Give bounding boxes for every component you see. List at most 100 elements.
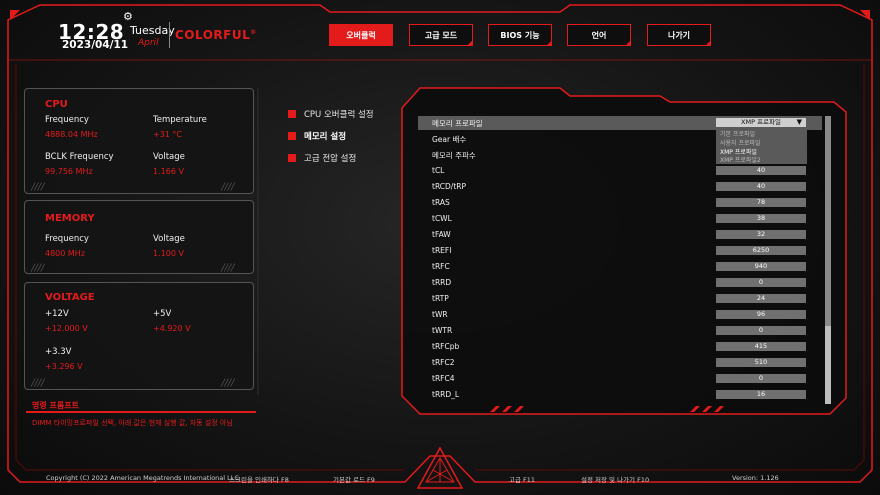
menu-bullet — [288, 110, 296, 118]
setting-trfc4[interactable]: tRFC4 0 — [418, 372, 822, 386]
setting-tras[interactable]: tRAS 78 — [418, 196, 822, 210]
memory-frequency-label: Frequency — [45, 234, 89, 244]
v5-value: +4.920 V — [153, 324, 191, 333]
menu-label: 메모리 설정 — [304, 132, 347, 142]
v33-value: +3.296 V — [45, 362, 83, 371]
v12-label: +12V — [45, 309, 69, 319]
panel-stripe: ╱╱╱╱ — [31, 264, 45, 272]
panel-stripe: ╱╱╱╱ — [221, 379, 235, 387]
setting-value[interactable]: 96 — [716, 310, 806, 319]
setting-trtp[interactable]: tRTP 24 — [418, 292, 822, 306]
setting-name: tCL — [432, 166, 445, 175]
setting-trrd[interactable]: tRRD 0 — [418, 276, 822, 290]
panel-stripe: ╱╱╱╱ — [221, 183, 235, 191]
setting-twtr[interactable]: tWTR 0 — [418, 324, 822, 338]
cpu-frequency-label: Frequency — [45, 115, 89, 125]
menu-label: CPU 오버클럭 설정 — [304, 110, 374, 120]
setting-name: tRRD_L — [432, 390, 460, 399]
setting-name: 메모리 주파수 — [432, 151, 476, 160]
setting-value[interactable]: 40 — [716, 182, 806, 191]
v5-label: +5V — [153, 309, 172, 319]
setting-trfc[interactable]: tRFC 940 — [418, 260, 822, 274]
setting-trfc2[interactable]: tRFC2 510 — [418, 356, 822, 370]
setting-value[interactable]: 6250 — [716, 246, 806, 255]
setting-value[interactable]: 940 — [716, 262, 806, 271]
setting-name: tRFCpb — [432, 342, 460, 351]
voltage-title: VOLTAGE — [45, 292, 95, 303]
memory-profile-select[interactable]: XMP 프로파일 ▼ — [716, 118, 806, 127]
cpu-title: CPU — [45, 99, 68, 110]
menu-advanced-voltage[interactable]: 고급 전압 설정 — [288, 152, 356, 164]
setting-value[interactable]: 0 — [716, 326, 806, 335]
advanced-key[interactable]: 고급 F11 — [509, 474, 535, 484]
tab-exit[interactable]: 나가기 — [647, 24, 711, 46]
menu-memory-settings[interactable]: 메모리 설정 — [288, 130, 346, 142]
v33-label: +3.3V — [45, 347, 72, 357]
v12-value: +12.000 V — [45, 324, 88, 333]
memory-voltage-label: Voltage — [153, 234, 185, 244]
cpu-bclk-label: BCLK Frequency — [45, 152, 114, 162]
load-default-key[interactable]: 기본값 로드 F9 — [333, 474, 375, 484]
tab-language[interactable]: 언어 — [567, 24, 631, 46]
menu-bullet — [288, 154, 296, 162]
setting-trefi[interactable]: tREFI 6250 — [418, 244, 822, 258]
setting-trfcpb[interactable]: tRFCpb 415 — [418, 340, 822, 354]
setting-name: tRFC2 — [432, 358, 455, 367]
menu-cpu-overclock[interactable]: CPU 오버클럭 설정 — [288, 108, 374, 120]
setting-name: tWTR — [432, 326, 453, 335]
tab-advanced-mode[interactable]: 고급 모드 — [409, 24, 473, 46]
setting-name: tRFC4 — [432, 374, 455, 383]
menu-bullet — [288, 132, 296, 140]
version: Version: 1.126 — [732, 474, 779, 482]
setting-trcd-trp[interactable]: tRCD/tRP 40 — [418, 180, 822, 194]
setting-value[interactable]: 24 — [716, 294, 806, 303]
setting-value[interactable]: 38 — [716, 214, 806, 223]
setting-name: Gear 배수 — [432, 135, 467, 144]
setting-value[interactable]: 0 — [716, 278, 806, 287]
scrollbar-thumb[interactable] — [825, 116, 831, 326]
panel-stripe: ╱╱╱╱ — [31, 183, 45, 191]
setting-name: tRRD — [432, 278, 452, 287]
tab-bios-features[interactable]: BIOS 기능 — [488, 24, 552, 46]
dropdown-option[interactable]: XMP 프로파일2 — [720, 155, 761, 164]
setting-value[interactable]: 32 — [716, 230, 806, 239]
panel-stripe: ╱╱╱╱ — [221, 264, 235, 272]
cpu-temperature-value: +31 °C — [153, 130, 183, 139]
gear-icon[interactable]: ⚙ — [123, 10, 133, 23]
memory-profile-dropdown: 기본 프로파일 사용자 프로파일 XMP 프로파일 XMP 프로파일2 — [716, 128, 807, 164]
dropdown-option[interactable]: 기본 프로파일 — [720, 129, 755, 138]
prompt-title: 명령 프롬프트 — [32, 401, 79, 410]
setting-name: tRCD/tRP — [432, 182, 466, 191]
setting-name: tRFC — [432, 262, 450, 271]
setting-name: tRAS — [432, 198, 450, 207]
save-exit-key[interactable]: 설정 저장 및 나가기 F10 — [581, 474, 649, 484]
setting-trrd-l[interactable]: tRRD_L 16 — [418, 388, 822, 402]
setting-value[interactable]: 510 — [716, 358, 806, 367]
panel-stripe: ╱╱╱╱ — [31, 379, 45, 387]
cpu-frequency-value: 4888.04 MHz — [45, 130, 98, 139]
setting-name: tCWL — [432, 214, 452, 223]
tab-overclock[interactable]: 오버클럭 — [329, 24, 393, 46]
cpu-voltage-label: Voltage — [153, 152, 185, 162]
copyright: Copyright (C) 2022 American Megatrends I… — [46, 474, 239, 482]
setting-name: tWR — [432, 310, 448, 319]
setting-value[interactable]: 0 — [716, 374, 806, 383]
colorful-emblem-icon — [416, 446, 464, 489]
setting-tfaw[interactable]: tFAW 32 — [418, 228, 822, 242]
setting-twr[interactable]: tWR 96 — [418, 308, 822, 322]
setting-tcl[interactable]: tCL 40 — [418, 164, 822, 178]
menu-label: 고급 전압 설정 — [304, 154, 357, 164]
setting-value[interactable]: 40 — [716, 166, 806, 175]
memory-frequency-value: 4800 MHz — [45, 249, 86, 258]
setting-tcwl[interactable]: tCWL 38 — [418, 212, 822, 226]
setting-value[interactable]: 415 — [716, 342, 806, 351]
month: April — [138, 38, 159, 48]
memory-panel: MEMORY Frequency 4800 MHz Voltage 1.100 … — [24, 200, 254, 274]
print-screen-key[interactable]: 스크린을 인쇄하다 F8 — [229, 474, 289, 484]
dropdown-option[interactable]: 사용자 프로파일 — [720, 138, 761, 147]
setting-value[interactable]: 78 — [716, 198, 806, 207]
setting-value[interactable]: 16 — [716, 390, 806, 399]
setting-name: 메모리 프로파일 — [432, 119, 483, 128]
clock-date: 2023/04/11 — [62, 39, 129, 51]
setting-name: tFAW — [432, 230, 451, 239]
